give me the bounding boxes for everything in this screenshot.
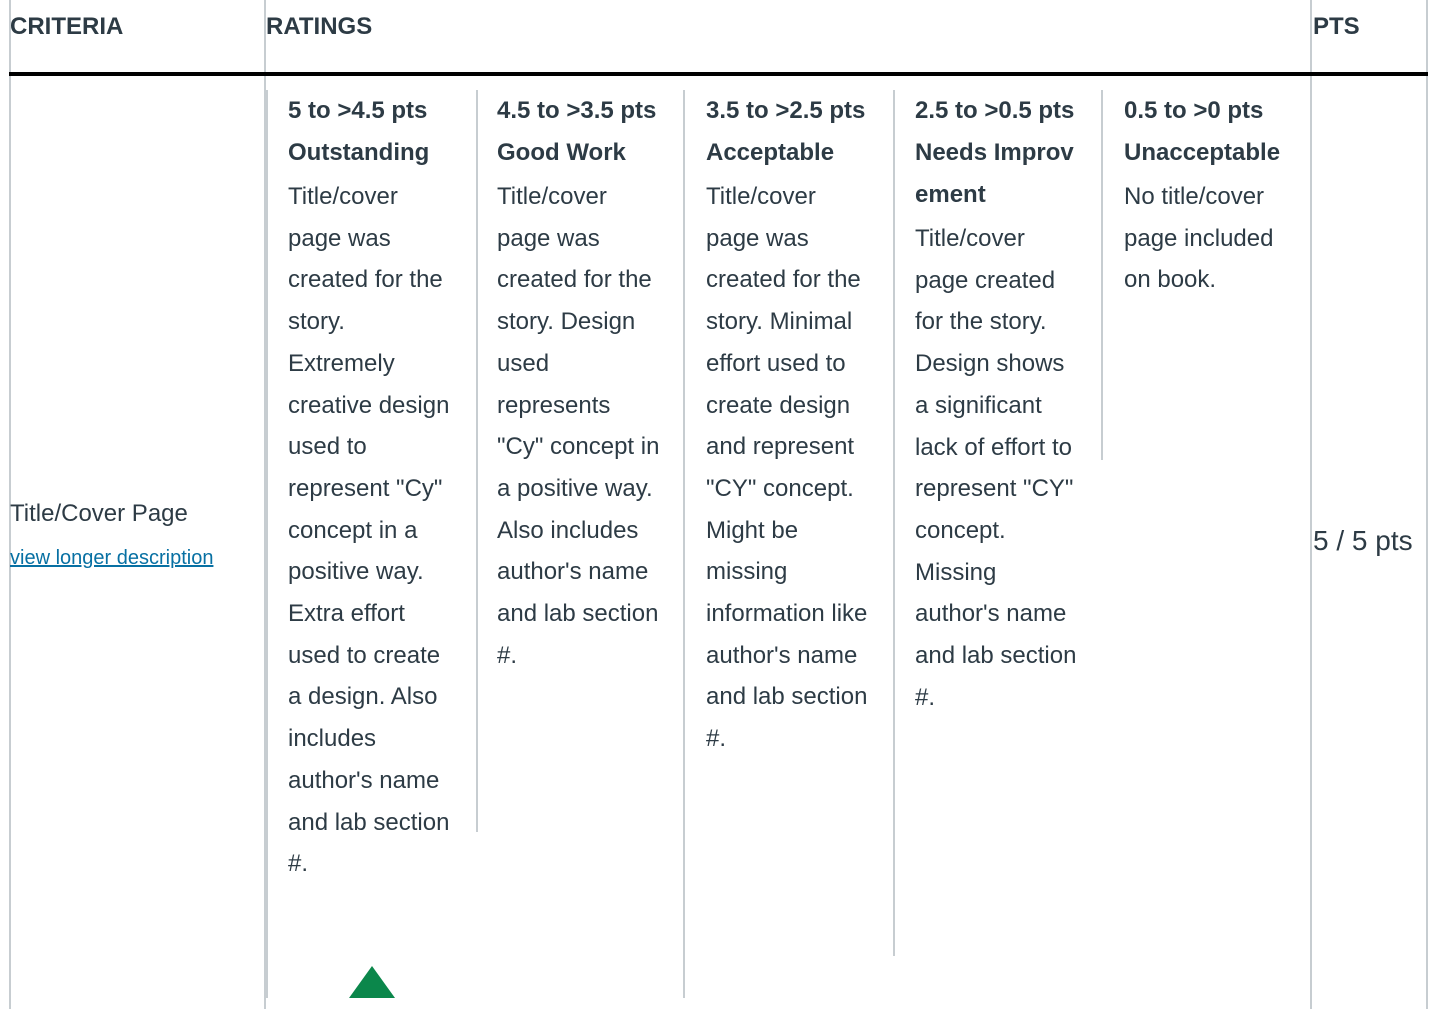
rating-description: Title/cover page was created for the sto… xyxy=(706,183,868,753)
rating-description: Title/cover page was created for the sto… xyxy=(497,183,660,669)
rating-label: Needs Improvement xyxy=(915,139,1074,208)
rating-acceptable[interactable]: 3.5 to >2.5 pts Acceptable Title/cover p… xyxy=(686,90,872,760)
rating-needs-improvement[interactable]: 2.5 to >0.5 pts Needs Improvement Title/… xyxy=(895,90,1081,718)
rating-unacceptable[interactable]: 0.5 to >0 pts Unacceptable No title/cove… xyxy=(1104,90,1294,301)
rating-label: Good Work xyxy=(497,139,626,166)
rating-divider-2 xyxy=(683,90,685,998)
rating-description: No title/cover page included on book. xyxy=(1124,183,1274,294)
rubric-table: CRITERIA RATINGS PTS Title/Cover Page vi… xyxy=(0,0,1441,1009)
ratings-column-header: RATINGS xyxy=(266,13,373,40)
view-longer-description-link[interactable]: view longer description xyxy=(10,544,213,572)
rating-good-work[interactable]: 4.5 to >3.5 pts Good Work Title/cover pa… xyxy=(477,90,663,676)
rating-outstanding[interactable]: 5 to >4.5 pts Outstanding Title/cover pa… xyxy=(268,90,454,885)
header-separator xyxy=(9,72,1428,76)
rating-points: 5 to >4.5 pts xyxy=(288,97,428,124)
table-border-left xyxy=(9,0,11,75)
rating-points: 3.5 to >2.5 pts xyxy=(706,97,866,124)
rating-label: Outstanding xyxy=(288,139,430,166)
rating-points: 2.5 to >0.5 pts xyxy=(915,97,1075,124)
selected-rating-triangle-icon xyxy=(349,966,395,998)
criteria-column-header: CRITERIA xyxy=(10,13,124,40)
pts-column-header: PTS xyxy=(1313,13,1360,40)
table-border-right xyxy=(1426,0,1428,1009)
rating-points: 0.5 to >0 pts xyxy=(1124,97,1264,124)
criterion-score: 5 / 5 pts xyxy=(1313,525,1413,556)
rating-description: Title/cover page created for the story. … xyxy=(915,225,1077,711)
rating-divider-4 xyxy=(1101,90,1103,460)
criterion-title: Title/Cover Page xyxy=(10,500,188,527)
table-border-left-body xyxy=(9,75,11,1009)
rating-description: Title/cover page was created for the sto… xyxy=(288,183,450,878)
column-divider-pts xyxy=(1310,0,1312,1009)
rating-label: Acceptable xyxy=(706,139,835,166)
rating-points: 4.5 to >3.5 pts xyxy=(497,97,657,124)
rating-label: Unacceptable xyxy=(1124,139,1281,166)
